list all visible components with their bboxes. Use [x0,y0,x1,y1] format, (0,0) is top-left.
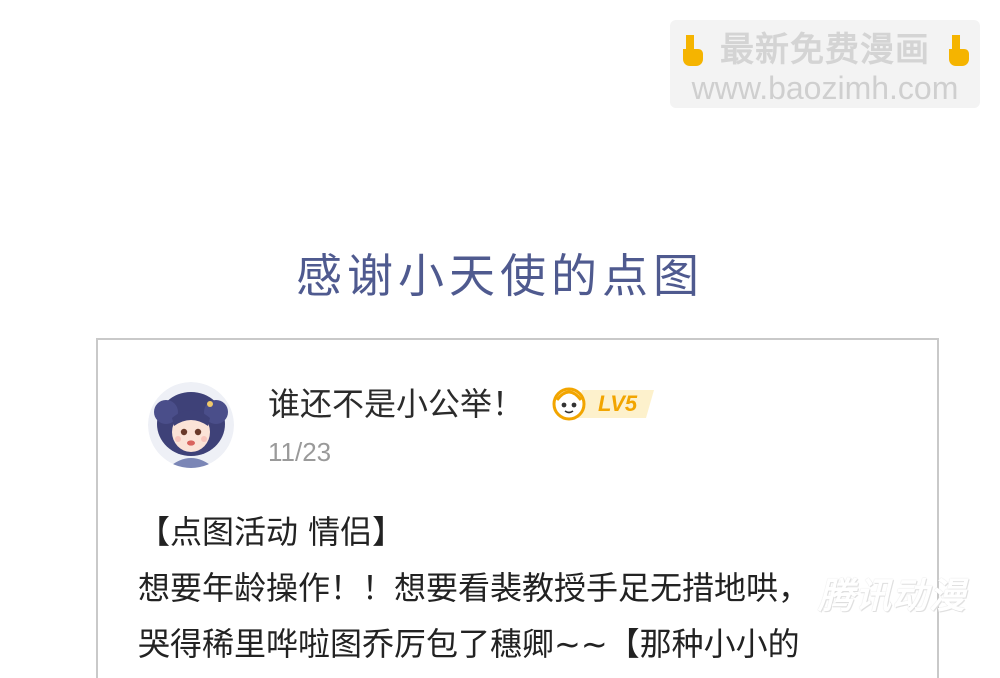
comment-date: 11/23 [268,437,332,467]
watermark-banner: 最新免费漫画 www.baozimh.com [670,20,980,108]
comment-line: 哭得稀里哗啦图乔厉包了穗卿~~【那种小小的 [138,625,800,663]
pointing-down-hand-icon [948,35,969,66]
comment-line: 想要年龄操作！！想要看裴教授手足无措地哄， [138,569,811,607]
watermark-url: www.baozimh.com [691,70,959,106]
watermark-logo: 腾讯动漫 [818,576,967,617]
watermark-line1: 最新免费漫画 [670,30,980,70]
comment-line: 【点图活动 情侣】 [138,513,405,551]
comment-username[interactable]: 谁还不是小公举！ [268,382,524,426]
level-label: LV5 [598,391,638,416]
watermark-text: 最新免费漫画 [720,30,930,70]
pointing-down-hand-icon [683,35,704,66]
comment-card: 谁还不是小公举！ LV5 11/23 【点图活动 情侣】 想要年龄操作！！想要看… [96,338,939,678]
section-title: 感谢小天使的点图 [296,249,704,303]
avatar-image [148,382,234,468]
avatar[interactable] [148,382,234,468]
level-badge: LV5 [552,386,656,422]
comment-body: 【点图活动 情侣】 想要年龄操作！！想要看裴教授手足无措地哄， 哭得稀里哗啦图乔… [138,504,898,672]
